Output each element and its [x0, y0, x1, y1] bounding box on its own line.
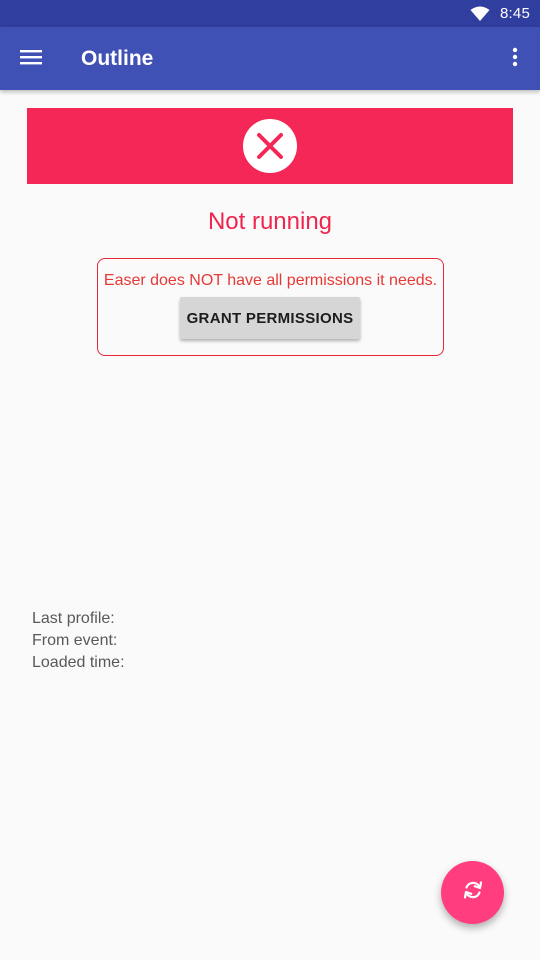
status-time: 8:45: [500, 5, 530, 22]
profile-info: Last profile: From event: Loaded time:: [32, 609, 125, 675]
app-bar: Outline: [0, 27, 540, 90]
navigation-drawer-button[interactable]: [14, 42, 48, 76]
wifi-icon: [470, 6, 490, 22]
reload-fab-button[interactable]: [441, 861, 504, 924]
grant-permissions-button[interactable]: GRANT PERMISSIONS: [180, 297, 360, 339]
service-state-text: Not running: [207, 208, 333, 235]
hamburger-menu-icon: [20, 49, 42, 70]
refresh-icon: [461, 878, 485, 907]
permissions-warning-message: Easer does NOT have all permissions it n…: [103, 272, 438, 289]
loaded-time-label: Loaded time:: [32, 654, 125, 671]
status-bar: 8:45: [0, 0, 540, 27]
permissions-warning-box: Easer does NOT have all permissions it n…: [97, 258, 444, 356]
last-profile-label: Last profile:: [32, 610, 115, 627]
more-vert-icon: [512, 47, 518, 72]
service-status-banner: [27, 108, 513, 184]
from-event-label: From event:: [32, 632, 118, 649]
error-x-icon: [243, 119, 297, 173]
page-title: Outline: [81, 47, 154, 70]
overflow-menu-button[interactable]: [500, 42, 530, 76]
